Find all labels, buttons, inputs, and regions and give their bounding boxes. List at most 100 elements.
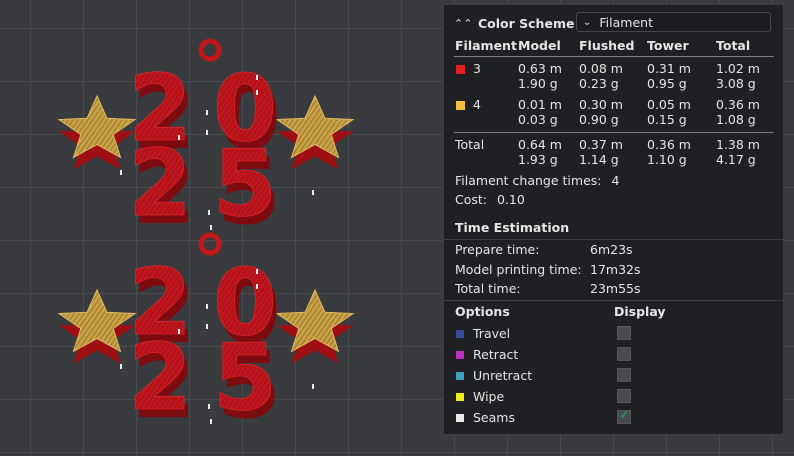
seam-marker [256,269,258,274]
display-header: Display [614,304,666,319]
seam-marker [256,75,258,80]
chevron-down-icon: ⌄ [583,16,592,28]
options-divider [444,300,783,301]
option-travel: Travel [444,325,785,343]
cell: 0.08 m [579,61,623,76]
seam-marker [120,170,122,175]
cell: 0.03 g [518,112,558,127]
cell: 0.36 m [647,137,691,152]
change-times-value: 4 [611,173,620,188]
seam-marker [206,130,208,135]
seam-marker [206,324,208,329]
unretract-checkbox[interactable] [617,368,631,382]
cell: 1.90 g [518,76,558,91]
checkmark-icon: ✓ [619,408,630,423]
cell: 1.14 g [579,152,619,167]
cell: 0.63 m [518,61,562,76]
panel-title: Color Scheme [478,15,575,31]
seam-marker [256,90,258,95]
cost: Cost: 0.10 [455,192,525,208]
digit-face: 5 [213,324,277,431]
table-row-total: 1.93 g 1.14 g 1.10 g 4.17 g [444,152,785,168]
travel-swatch [456,330,464,338]
wipe-checkbox[interactable] [617,389,631,403]
digit-face: 2 [128,324,192,431]
cell: 1.38 m [716,137,760,152]
col-filament: Filament [455,38,517,53]
travel-checkbox[interactable] [617,326,631,340]
cell: 0.90 g [579,112,619,127]
options-header: Options [455,304,510,319]
time-divider [444,239,783,240]
cell: 0.64 m [518,137,562,152]
seam-marker [312,384,314,389]
color-scheme-value: Filament [599,14,653,30]
wipe-swatch [456,393,464,401]
retract-checkbox[interactable] [617,347,631,361]
option-label: Wipe [473,389,505,404]
seam-marker [210,419,212,424]
cell: 0.37 m [579,137,623,152]
total-time: Total time: 23m55s [455,281,775,297]
total-label: Total [455,137,485,152]
cell: 4.17 g [716,152,756,167]
time-value: 6m23s [590,242,633,257]
table-row: 0.03 g 0.90 g 0.15 g 1.08 g [444,112,785,128]
cell: 0.15 g [647,112,687,127]
seam-marker [206,304,208,309]
filament-id: 3 [473,61,481,76]
cell: 0.23 g [579,76,619,91]
col-flushed: Flushed [579,38,635,53]
panel-header[interactable]: ⌃⌃ Color Scheme [454,13,574,33]
unretract-swatch [456,372,464,380]
cell: 1.93 g [518,152,558,167]
seam-marker [210,225,212,230]
ornament-model[interactable]: 22 0022 55 [57,38,355,245]
seam-marker [312,190,314,195]
digit-face: 2 [128,130,192,237]
option-wipe: Wipe [444,388,785,406]
cell: 0.36 m [716,97,760,112]
cell: 1.08 g [716,112,756,127]
change-times-label: Filament change times: [455,173,602,188]
chevron-up-double-icon[interactable]: ⌃⌃ [454,17,472,30]
option-label: Travel [473,326,511,341]
col-tower: Tower [647,38,689,53]
time-label: Total time: [455,281,521,296]
cell: 0.31 m [647,61,691,76]
prepare-time: Prepare time: 6m23s [455,242,775,258]
filament-4-swatch [456,101,465,110]
option-label: Retract [473,347,519,362]
cell: 3.08 g [716,76,756,91]
option-unretract: Unretract [444,367,785,385]
option-label: Seams [473,410,515,425]
seams-checkbox[interactable]: ✓ [617,408,631,424]
cell: 0.05 m [647,97,691,112]
option-retract: Retract [444,346,785,364]
time-estimation-title: Time Estimation [455,220,570,235]
cell: 0.95 g [647,76,687,91]
retract-swatch [456,351,464,359]
cell: 0.30 m [579,97,623,112]
filament-id: 4 [473,97,481,112]
seam-marker [120,364,122,369]
time-label: Model printing time: [455,262,582,277]
digit-face: 5 [213,130,277,237]
ornament-model[interactable]: 22 0022 55 [57,232,355,439]
header-divider [454,56,774,57]
cell: 1.10 g [647,152,687,167]
cell: 0.01 m [518,97,562,112]
filament-3-swatch [456,65,465,74]
seam-marker [208,404,210,409]
time-label: Prepare time: [455,242,540,257]
cost-label: Cost: [455,192,488,207]
filament-table-header: Filament Model Flushed Tower Total [444,38,785,54]
option-seams: Seams ✓ [444,408,785,427]
seam-marker [256,284,258,289]
table-row: 3 0.63 m 0.08 m 0.31 m 1.02 m [444,61,785,77]
model-printing-time: Model printing time: 17m32s [455,262,775,278]
color-scheme-select[interactable]: ⌄ Filament [576,12,771,32]
seam-marker [208,210,210,215]
time-value: 23m55s [590,281,641,296]
table-row: 1.90 g 0.23 g 0.95 g 3.08 g [444,76,785,92]
